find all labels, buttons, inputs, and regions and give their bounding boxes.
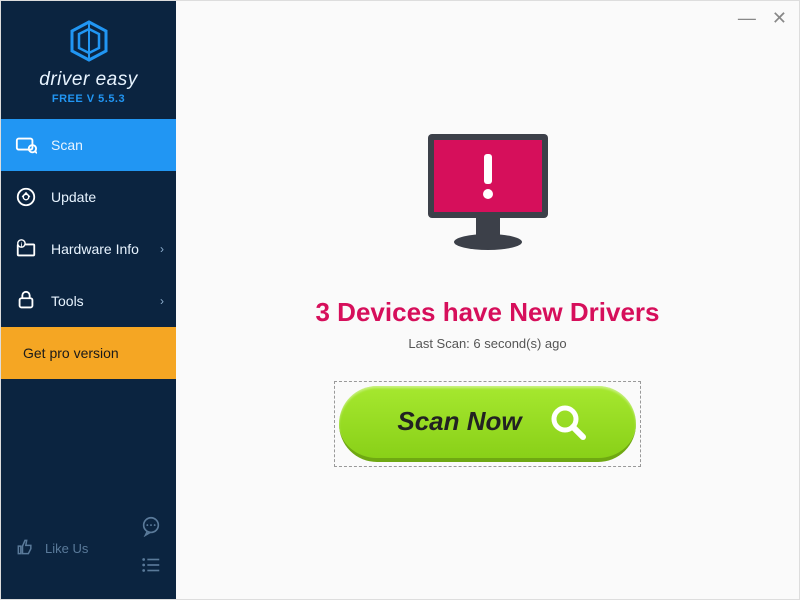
scan-button-label: Scan Now: [397, 406, 521, 437]
sidebar-bottom: Like Us: [1, 505, 176, 599]
like-us-button[interactable]: Like Us: [15, 537, 88, 560]
sidebar-item-get-pro[interactable]: Get pro version: [1, 327, 176, 379]
update-icon: [15, 186, 37, 208]
list-icon[interactable]: [140, 554, 162, 581]
sidebar-item-label: Get pro version: [23, 345, 119, 361]
brand-name: driver easy: [39, 69, 137, 91]
sidebar-item-label: Tools: [51, 293, 84, 309]
brand-logo-icon: [67, 19, 111, 63]
tools-icon: [15, 290, 37, 312]
scan-button-focus-ring: Scan Now: [334, 381, 640, 467]
sidebar-item-hardware-info[interactable]: i Hardware Info ›: [1, 223, 176, 275]
version-label: FREE V 5.5.3: [52, 93, 125, 105]
sidebar-item-label: Scan: [51, 137, 83, 153]
bottom-icons: [140, 515, 162, 581]
chat-icon[interactable]: [140, 515, 162, 542]
last-scan-text: Last Scan: 6 second(s) ago: [408, 336, 566, 351]
status-headline: 3 Devices have New Drivers: [316, 297, 660, 328]
main-content: 3 Devices have New Drivers Last Scan: 6 …: [176, 1, 799, 599]
magnifier-icon: [548, 402, 588, 442]
hardware-info-icon: i: [15, 238, 37, 260]
scan-icon: [15, 134, 37, 156]
monitor-alert-illustration: [408, 124, 568, 269]
sidebar-item-update[interactable]: Update: [1, 171, 176, 223]
sidebar-item-label: Hardware Info: [51, 241, 139, 257]
like-us-label: Like Us: [45, 541, 88, 556]
chevron-right-icon: ›: [160, 242, 164, 256]
app-window: — ✕ driver easy FREE V 5.5.3: [0, 0, 800, 600]
nav: Scan Update i: [1, 119, 176, 379]
minimize-button[interactable]: —: [738, 9, 756, 27]
window-controls: — ✕: [738, 9, 787, 27]
scan-now-button[interactable]: Scan Now: [339, 386, 635, 462]
sidebar: driver easy FREE V 5.5.3 Scan: [1, 1, 176, 599]
thumbs-up-icon: [15, 537, 35, 560]
sidebar-item-scan[interactable]: Scan: [1, 119, 176, 171]
logo-area: driver easy FREE V 5.5.3: [1, 1, 176, 119]
sidebar-item-tools[interactable]: Tools ›: [1, 275, 176, 327]
sidebar-item-label: Update: [51, 189, 96, 205]
close-button[interactable]: ✕: [772, 9, 787, 27]
chevron-right-icon: ›: [160, 294, 164, 308]
